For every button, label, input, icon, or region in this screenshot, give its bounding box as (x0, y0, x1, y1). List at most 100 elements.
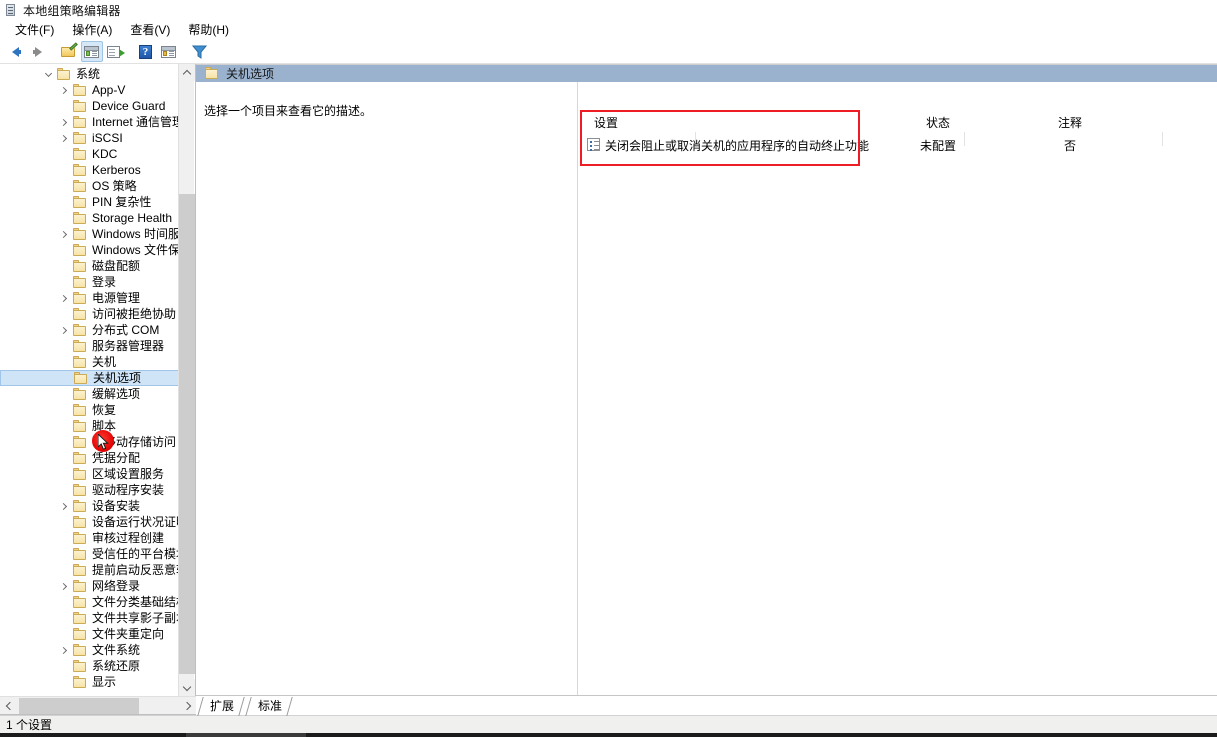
tree-item[interactable]: 系统还原 (0, 658, 178, 674)
column-header-state[interactable]: 状态 (898, 114, 978, 131)
column-header-comment[interactable]: 注释 (1030, 114, 1110, 131)
chevron-right-icon[interactable] (56, 130, 72, 146)
taskbar-item[interactable] (186, 733, 306, 737)
tree-item[interactable]: 磁盘配额 (0, 258, 178, 274)
tree-item[interactable]: 审核过程创建 (0, 530, 178, 546)
chevron-down-icon[interactable] (40, 66, 56, 82)
tree-item[interactable]: 登录 (0, 274, 178, 290)
tree-item[interactable]: 凭据分配 (0, 450, 178, 466)
tree-item[interactable]: 显示 (0, 674, 178, 690)
tree-item[interactable]: iSCSI (0, 130, 178, 146)
chevron-right-icon[interactable] (56, 114, 72, 130)
scroll-down-button[interactable] (179, 679, 195, 696)
chevron-right-icon[interactable] (56, 82, 72, 98)
scroll-up-button[interactable] (179, 64, 195, 81)
scroll-left-button[interactable] (0, 697, 17, 714)
tree-viewport[interactable]: 系统 App-V Device Guard Internet 通信管理 iSCSI KDC… (0, 64, 178, 696)
chevron-right-icon[interactable] (56, 498, 72, 514)
tree-item[interactable]: 电源管理 (0, 290, 178, 306)
tree-item-label: Internet 通信管理 (92, 115, 178, 129)
scroll-right-button[interactable] (179, 697, 196, 714)
tree-item[interactable]: 设备安装 (0, 498, 178, 514)
folder-icon (204, 67, 220, 80)
chevron-right-icon[interactable] (56, 322, 72, 338)
setting-name[interactable]: 关闭会阻止或取消关机的应用程序的自动终止功能 (605, 137, 869, 154)
tree-item[interactable]: PIN 复杂性 (0, 194, 178, 210)
filter-icon[interactable] (189, 41, 211, 62)
tree-item[interactable]: 访问被拒绝协助 (0, 306, 178, 322)
tree-item[interactable]: KDC (0, 146, 178, 162)
tree-item[interactable]: 文件系统 (0, 642, 178, 658)
tree-item[interactable]: Device Guard (0, 98, 178, 114)
tree-item[interactable]: 区域设置服务 (0, 466, 178, 482)
chevron-right-icon[interactable] (56, 642, 72, 658)
tree-vscroll-thumb[interactable] (179, 194, 195, 674)
chevron-right-icon[interactable] (56, 578, 72, 594)
policy-setting-icon (587, 138, 600, 151)
menu-help[interactable]: 帮助(H) (179, 21, 238, 39)
tree-item[interactable]: Storage Health (0, 210, 178, 226)
tree-item[interactable]: 文件分类基础结构 (0, 594, 178, 610)
folder-icon (72, 611, 88, 625)
tree-item[interactable]: Windows 时间服务 (0, 226, 178, 242)
tree-item[interactable]: 提前启动反恶意软件 (0, 562, 178, 578)
tree-item[interactable]: 服务器管理器 (0, 338, 178, 354)
tree-item[interactable]: 分布式 COM (0, 322, 178, 338)
tree-item[interactable]: 关机选项 (0, 370, 178, 386)
tree-item[interactable]: 缓解选项 (0, 386, 178, 402)
tree-item[interactable]: 设备运行状况证明服务 (0, 514, 178, 530)
tree-item-label: 区域设置服务 (92, 467, 165, 481)
chevron-right-icon[interactable] (56, 290, 72, 306)
tree-item[interactable]: Kerberos (0, 162, 178, 178)
chevron-right-icon[interactable] (56, 226, 72, 242)
tree-item[interactable]: 脚本 (0, 418, 178, 434)
tree-item[interactable]: 受信任的平台模块服务 (0, 546, 178, 562)
folder-icon (72, 659, 88, 673)
tree-item[interactable]: 驱动程序安装 (0, 482, 178, 498)
tree-item[interactable]: 可移动存储访问 (0, 434, 178, 450)
tree-item[interactable]: 文件夹重定向 (0, 626, 178, 642)
toolbar: ? (0, 40, 1217, 64)
tree-item[interactable]: 文件共享影子副本提供程序 (0, 610, 178, 626)
tree-item[interactable]: 网络登录 (0, 578, 178, 594)
show-console-tree-icon[interactable] (81, 41, 103, 62)
column-header-setting[interactable]: 设置 (594, 114, 714, 131)
setting-state: 未配置 (919, 138, 956, 153)
window-icon[interactable] (158, 41, 180, 62)
folder-icon (72, 275, 88, 289)
menu-file[interactable]: 文件(F) (6, 21, 63, 39)
main-split: 系统 App-V Device Guard Internet 通信管理 iSCSI KDC… (0, 64, 1217, 716)
tab-extended[interactable]: 扩展 (196, 697, 245, 716)
toolbar-separator-2 (127, 43, 134, 61)
tree-item[interactable]: OS 策略 (0, 178, 178, 194)
help-icon[interactable]: ? (135, 41, 157, 62)
tree-item-label: 文件夹重定向 (92, 627, 165, 641)
tree-item-label: 提前启动反恶意软件 (92, 563, 178, 577)
folder-icon (72, 467, 88, 481)
export-list-icon[interactable] (104, 41, 126, 62)
tree-hscroll-thumb[interactable] (19, 698, 139, 714)
up-folder-icon[interactable] (58, 41, 80, 62)
tree-item[interactable]: Internet 通信管理 (0, 114, 178, 130)
back-arrow-icon[interactable] (4, 41, 26, 62)
folder-icon (72, 499, 88, 513)
tree-horizontal-scrollbar[interactable] (0, 696, 196, 714)
folder-icon (72, 227, 88, 241)
tree-item-label: 恢复 (92, 403, 117, 417)
tab-standard[interactable]: 标准 (244, 697, 293, 716)
tree-item[interactable]: 恢复 (0, 402, 178, 418)
menu-action[interactable]: 操作(A) (63, 21, 121, 39)
tree-item[interactable]: 关机 (0, 354, 178, 370)
table-row[interactable]: 关闭会阻止或取消关机的应用程序的自动终止功能 未配置 否 (578, 136, 1217, 154)
tree-item[interactable]: App-V (0, 82, 178, 98)
tree-item[interactable]: Windows 文件保护 (0, 242, 178, 258)
forward-arrow-icon[interactable] (27, 41, 49, 62)
menu-view[interactable]: 查看(V) (121, 21, 179, 39)
settings-pane-body: 选择一个项目来查看它的描述。 设置 状态 注释 关闭会阻止或取消关机的应用程序的… (196, 82, 1217, 714)
tree-vertical-scrollbar[interactable] (178, 64, 195, 696)
tree-item[interactable]: 系统 (0, 66, 178, 82)
